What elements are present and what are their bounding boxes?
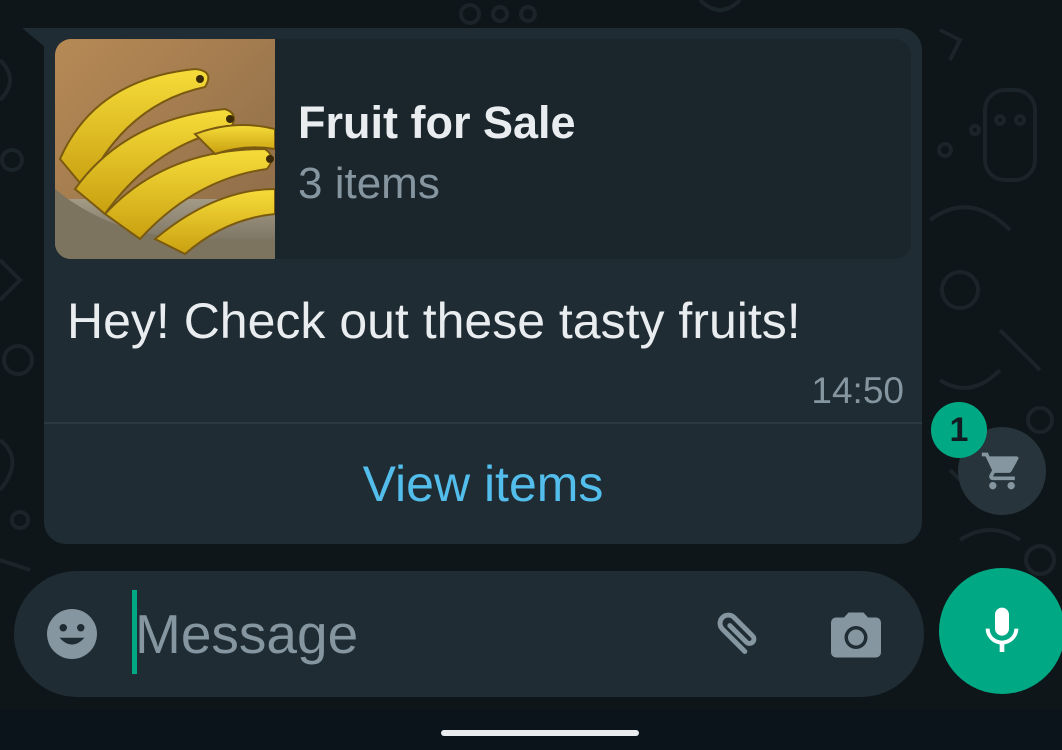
- bananas-photo: [55, 39, 275, 259]
- mic-button[interactable]: [939, 568, 1062, 694]
- message-bubble: Fruit for Sale 3 items Hey! Check out th…: [44, 28, 922, 544]
- mic-icon: [985, 607, 1019, 652]
- view-items-button[interactable]: View items: [44, 424, 922, 544]
- home-indicator[interactable]: [441, 730, 639, 736]
- cart-icon: [981, 452, 1019, 490]
- message-input[interactable]: [132, 591, 695, 677]
- message-text: Hey! Check out these tasty fruits!: [67, 293, 801, 349]
- catalog-title: Fruit for Sale: [298, 97, 576, 148]
- cart-count-badge: 1: [931, 402, 987, 458]
- emoji-icon[interactable]: [42, 604, 102, 664]
- message-timestamp: 14:50: [811, 370, 904, 411]
- catalog-card[interactable]: Fruit for Sale 3 items: [55, 39, 911, 259]
- message-composer: [14, 571, 924, 697]
- catalog-item-count: 3 items: [298, 159, 440, 208]
- bubble-tail: [22, 28, 46, 48]
- chat-screen: Fruit for Sale 3 items Hey! Check out th…: [0, 0, 1062, 750]
- system-nav-bar: [0, 710, 1062, 750]
- paperclip-icon[interactable]: [706, 601, 772, 667]
- camera-icon[interactable]: [826, 605, 886, 665]
